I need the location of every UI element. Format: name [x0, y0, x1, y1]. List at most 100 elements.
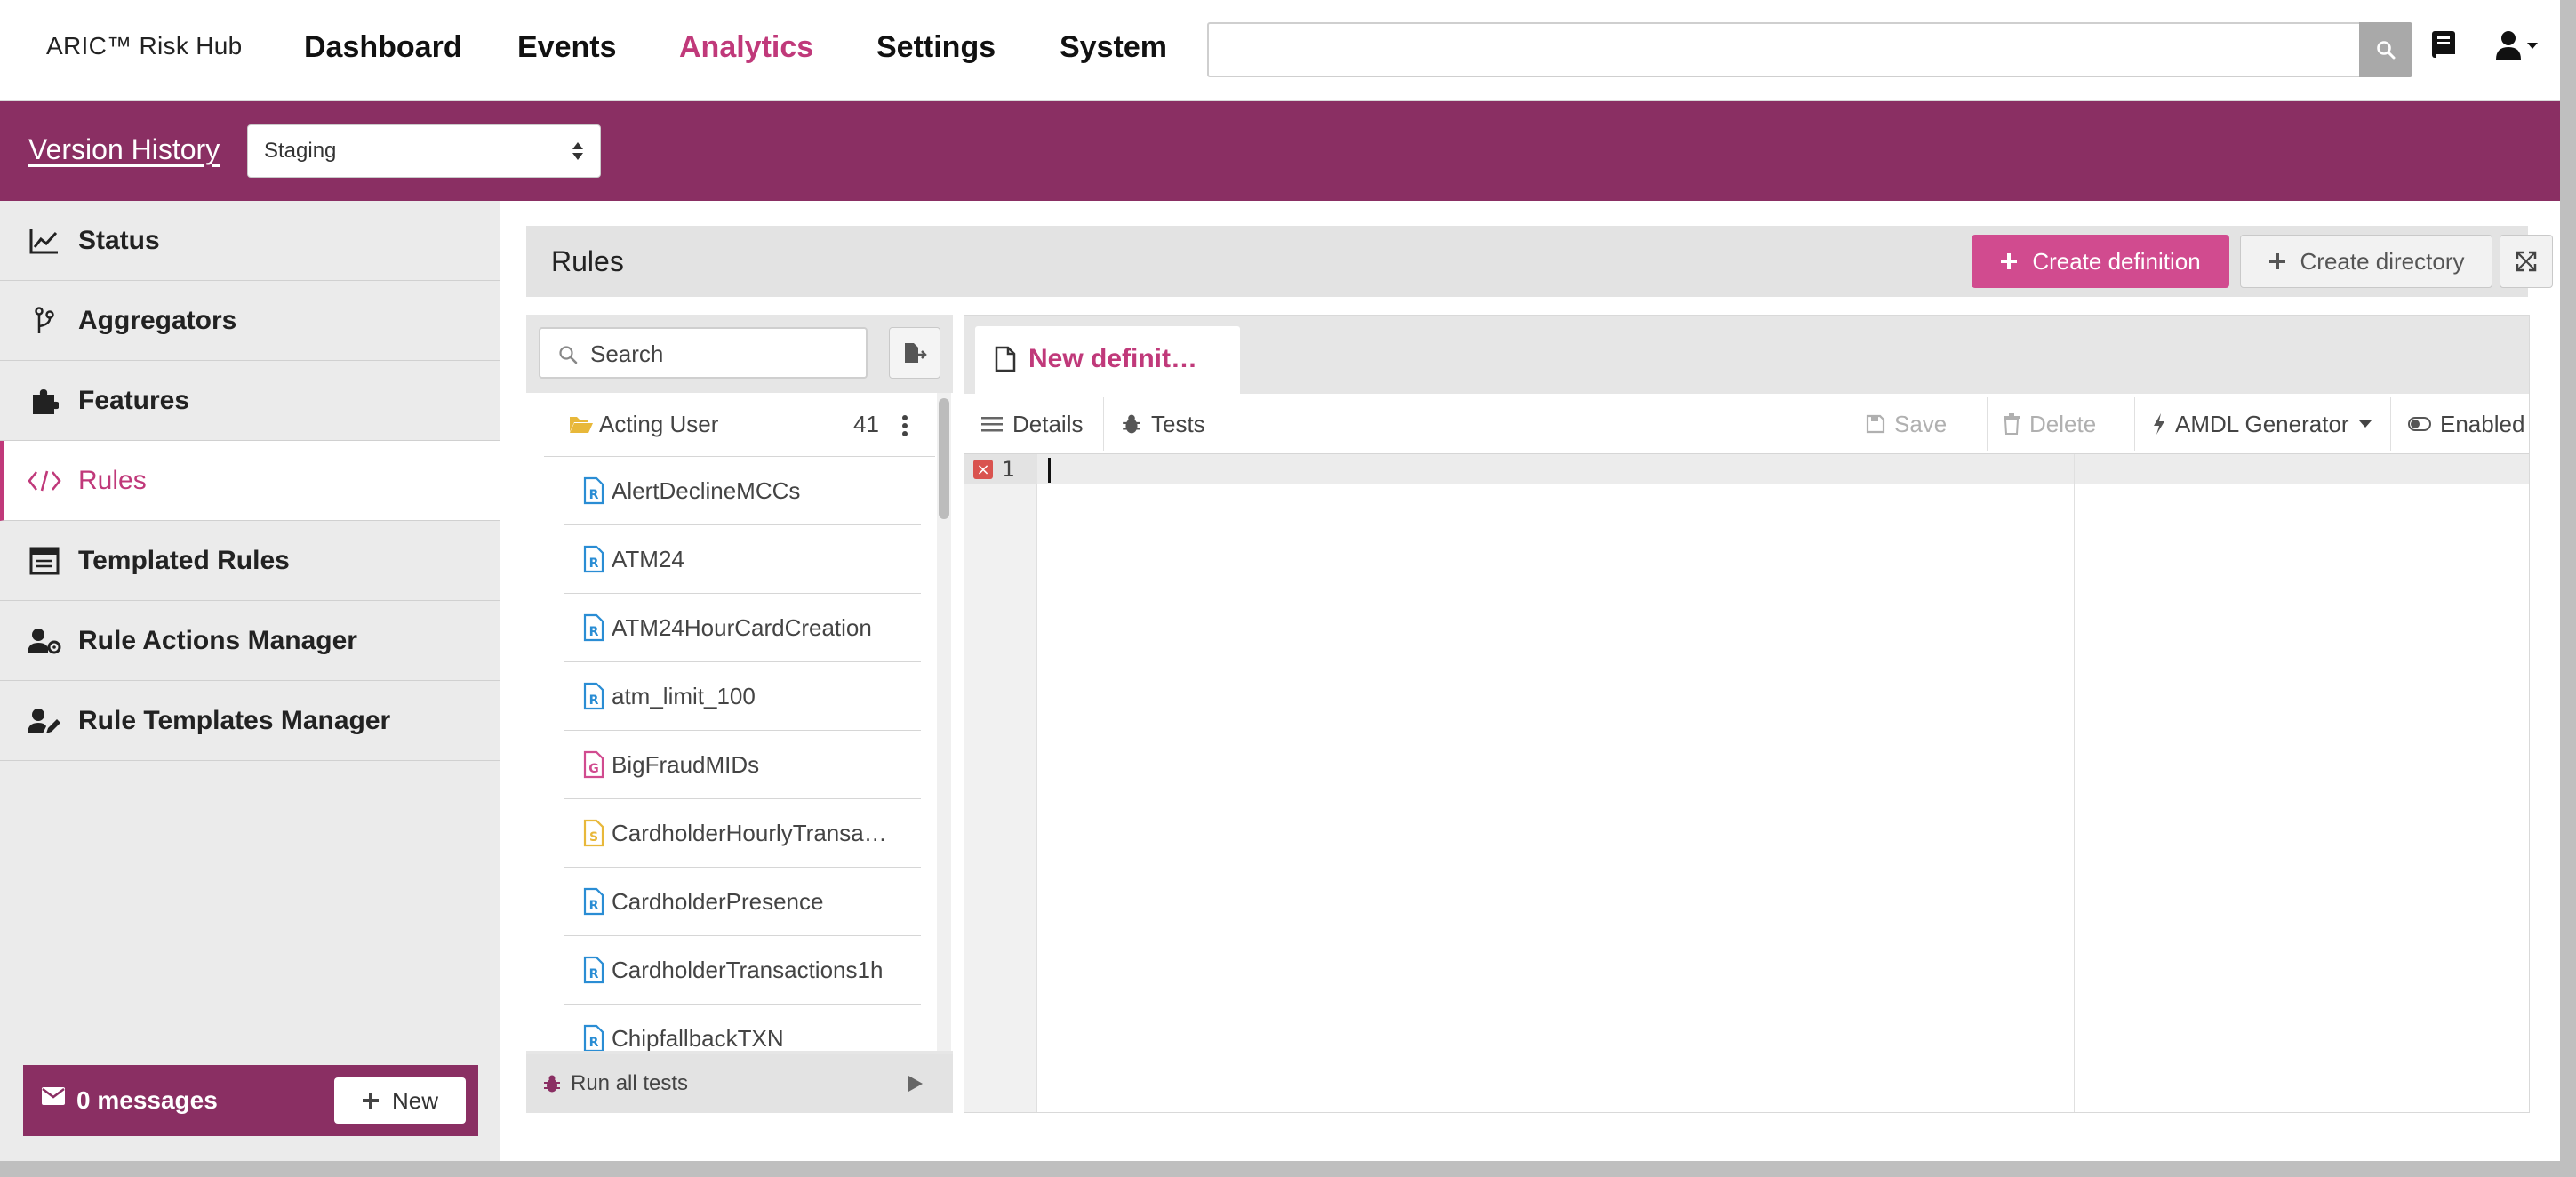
editor-split-divider[interactable]	[2074, 454, 2075, 1112]
user-gear-icon	[27, 623, 62, 659]
expand-icon	[2516, 251, 2537, 272]
top-navbar: ARIC™ Risk Hub Dashboard Events Analytic…	[0, 0, 2576, 101]
docs-button[interactable]	[2430, 29, 2459, 61]
tree-item-name: CardholderPresence	[612, 888, 824, 915]
save-button[interactable]: Save	[1866, 394, 1947, 454]
nav-dashboard[interactable]: Dashboard	[304, 30, 462, 65]
delete-label: Delete	[2029, 410, 2097, 437]
tree-item[interactable]: R ATM24	[564, 525, 921, 594]
enabled-toggle[interactable]: Enabled	[2408, 394, 2524, 454]
tree-item[interactable]: G BigFraudMIDs	[564, 731, 921, 799]
folder-count: 41	[853, 411, 879, 437]
tree-scrollbar[interactable]	[937, 393, 951, 1051]
messages-bar[interactable]: 0 messages New	[23, 1065, 478, 1136]
caret-down-icon	[2358, 420, 2372, 428]
tree-item[interactable]: Ratm_limit_100	[564, 662, 921, 731]
nav-settings[interactable]: Settings	[876, 30, 996, 65]
folder-name: Acting User	[599, 411, 719, 437]
create-definition-button[interactable]: Create definition	[1972, 235, 2229, 288]
version-bar: Version History Staging	[0, 101, 2560, 201]
brand-logo[interactable]: ARIC™ Risk Hub	[46, 32, 242, 60]
toolbar-divider	[1987, 397, 1988, 451]
nav-events[interactable]: Events	[517, 30, 617, 65]
rules-tree-panel: Search Acting User 41 R AlertDeclineMCCs…	[526, 315, 953, 1113]
nav-system[interactable]: System	[1060, 30, 1167, 65]
svg-text:S: S	[589, 830, 598, 845]
user-edit-icon	[27, 703, 62, 739]
search-icon	[2377, 41, 2396, 60]
sidebar-item-rule-actions-manager[interactable]: Rule Actions Manager	[0, 601, 500, 681]
text-cursor	[1048, 458, 1051, 483]
plus-icon	[362, 1093, 379, 1109]
run-all-tests-bar[interactable]: Run all tests	[526, 1054, 953, 1113]
tests-button[interactable]: Tests	[1121, 394, 1205, 454]
user-menu-button[interactable]	[2494, 29, 2539, 61]
tree-item[interactable]: R ChipfallbackTXN	[564, 1005, 921, 1051]
new-message-button[interactable]: New	[334, 1077, 466, 1124]
tree-folder[interactable]: Acting User 41	[544, 393, 935, 457]
expand-button[interactable]	[2500, 235, 2553, 288]
amdl-generator-label: AMDL Generator	[2175, 410, 2349, 437]
amdl-generator-dropdown[interactable]: AMDL Generator	[2152, 394, 2372, 454]
tree-item[interactable]: R ATM24HourCardCreation	[564, 594, 921, 662]
details-button[interactable]: Details	[980, 394, 1083, 454]
plus-icon	[2268, 253, 2285, 269]
global-search-input[interactable]	[1207, 22, 2412, 77]
rules-tree-list: Acting User 41 R AlertDeclineMCCs R ATM24 R A…	[526, 393, 953, 1051]
environment-select[interactable]: Staging	[247, 124, 601, 178]
tab-new-definition[interactable]: New definit…	[975, 326, 1240, 394]
user-icon	[2496, 31, 2521, 60]
window-frame-edge	[0, 1161, 2576, 1177]
delete-button[interactable]: Delete	[2003, 394, 2096, 454]
sidebar-item-aggregators[interactable]: Aggregators	[0, 281, 500, 361]
toolbar-divider	[2390, 397, 2391, 451]
sidebar: Status Aggregators Features Rules Templa…	[0, 201, 500, 1177]
sidebar-item-rule-templates-manager[interactable]: Rule Templates Manager	[0, 681, 500, 761]
rule-file-icon: S	[583, 819, 604, 847]
error-marker-icon[interactable]: ×	[973, 460, 993, 479]
book-icon	[2432, 31, 2455, 58]
plus-icon	[2001, 253, 2018, 269]
tree-item-name: ATM24HourCardCreation	[612, 614, 872, 641]
tree-item-name: ATM24	[612, 546, 684, 572]
tree-item[interactable]: S CardholderHourlyTransa…	[564, 799, 921, 868]
create-definition-label: Create definition	[2032, 247, 2201, 275]
main-content: Rules Create definition Create directory	[500, 201, 2560, 1177]
sidebar-item-templated-rules[interactable]: Templated Rules	[0, 521, 500, 601]
sidebar-item-rules[interactable]: Rules	[0, 441, 500, 521]
tree-scrollbar-thumb[interactable]	[939, 398, 949, 519]
kebab-menu-icon[interactable]	[901, 414, 908, 437]
search-button[interactable]	[2359, 22, 2412, 77]
rule-file-icon: R	[583, 613, 604, 642]
tree-search-placeholder: Search	[590, 340, 664, 367]
tree-item-name: CardholderHourlyTransa…	[612, 820, 887, 846]
tree-search-input[interactable]: Search	[539, 327, 868, 379]
create-directory-label: Create directory	[2300, 247, 2465, 275]
tree-item[interactable]: R CardholderTransactions1h	[564, 936, 921, 1005]
search-icon	[559, 346, 578, 364]
tree-item-name: atm_limit_100	[612, 683, 756, 709]
nav-analytics[interactable]: Analytics	[679, 30, 813, 65]
sidebar-item-features[interactable]: Features	[0, 361, 500, 441]
tree-item[interactable]: R AlertDeclineMCCs	[564, 457, 921, 525]
sidebar-item-status[interactable]: Status	[0, 201, 500, 281]
app-window: ARIC™ Risk Hub Dashboard Events Analytic…	[0, 0, 2576, 1177]
tree-item[interactable]: R CardholderPresence	[564, 868, 921, 936]
envelope-icon	[42, 1087, 65, 1105]
run-all-tests-label: Run all tests	[571, 1071, 689, 1095]
editor-toolbar: Details Tests Save Delete AMDL Generator…	[964, 394, 2529, 454]
svg-text:R: R	[589, 488, 599, 502]
bug-icon	[544, 1075, 560, 1093]
editor-panel: New definit… Details Tests Save Delete A…	[964, 315, 2530, 1113]
svg-text:R: R	[589, 625, 599, 639]
code-editor[interactable]: × 1	[964, 454, 2529, 1112]
rule-file-icon: R	[583, 1024, 604, 1051]
svg-text:R: R	[589, 1036, 599, 1050]
tree-item-name: BigFraudMIDs	[612, 751, 760, 778]
version-history-link[interactable]: Version History	[28, 133, 220, 166]
play-icon[interactable]	[907, 1074, 924, 1093]
sidebar-item-label: Rule Templates Manager	[78, 705, 391, 735]
create-directory-button[interactable]: Create directory	[2240, 235, 2492, 288]
svg-text:G: G	[588, 762, 599, 776]
import-export-button[interactable]	[889, 327, 940, 379]
